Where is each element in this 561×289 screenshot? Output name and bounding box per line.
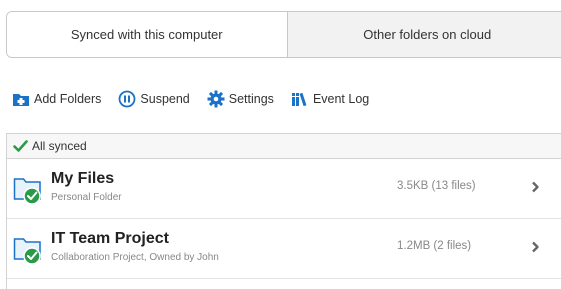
checkmark-icon xyxy=(13,139,28,154)
folder-name: IT Team Project xyxy=(51,230,169,247)
add-folders-label: Add Folders xyxy=(34,92,102,106)
add-folders-button[interactable]: Add Folders xyxy=(12,90,101,108)
add-folder-icon xyxy=(12,90,30,108)
suspend-label: Suspend xyxy=(140,92,190,106)
folder-name: My Files xyxy=(51,170,115,187)
gear-icon xyxy=(207,90,225,108)
chevron-right-icon[interactable] xyxy=(529,239,541,255)
toolbar: Add Folders Suspend Settings Event Log xyxy=(12,88,386,110)
settings-label: Settings xyxy=(228,92,274,106)
folder-size: 3.5KB (13 files) xyxy=(397,180,476,192)
event-log-label: Event Log xyxy=(312,92,370,106)
folder-row-it-team-project[interactable]: IT Team Project Collaboration Project, O… xyxy=(7,219,561,279)
synced-folder-icon xyxy=(13,235,45,265)
suspend-button[interactable]: Suspend xyxy=(118,90,190,108)
sync-status-bar: All synced xyxy=(7,134,561,159)
pause-circle-icon xyxy=(118,90,136,108)
sync-status-label: All synced xyxy=(32,139,87,153)
sync-view-tabs: Synced with this computer Other folders … xyxy=(6,11,561,58)
tab-label: Synced with this computer xyxy=(70,27,223,42)
settings-button[interactable]: Settings xyxy=(207,90,274,108)
tab-synced-with-this-computer[interactable]: Synced with this computer xyxy=(7,12,287,57)
folder-subtitle: Collaboration Project, Owned by John xyxy=(51,252,219,263)
folder-row-my-files[interactable]: My Files Personal Folder 3.5KB (13 files… xyxy=(7,159,561,219)
synced-folders-panel: All synced My Files Personal Folder 3.5K… xyxy=(6,133,561,289)
folder-size: 1.2MB (2 files) xyxy=(397,240,472,252)
tab-label: Other folders on cloud xyxy=(363,27,492,42)
books-icon xyxy=(291,90,309,108)
tab-other-folders-on-cloud[interactable]: Other folders on cloud xyxy=(286,12,561,57)
event-log-button[interactable]: Event Log xyxy=(291,90,369,108)
chevron-right-icon[interactable] xyxy=(529,179,541,195)
folder-subtitle: Personal Folder xyxy=(51,192,122,203)
synced-folder-icon xyxy=(13,175,45,205)
